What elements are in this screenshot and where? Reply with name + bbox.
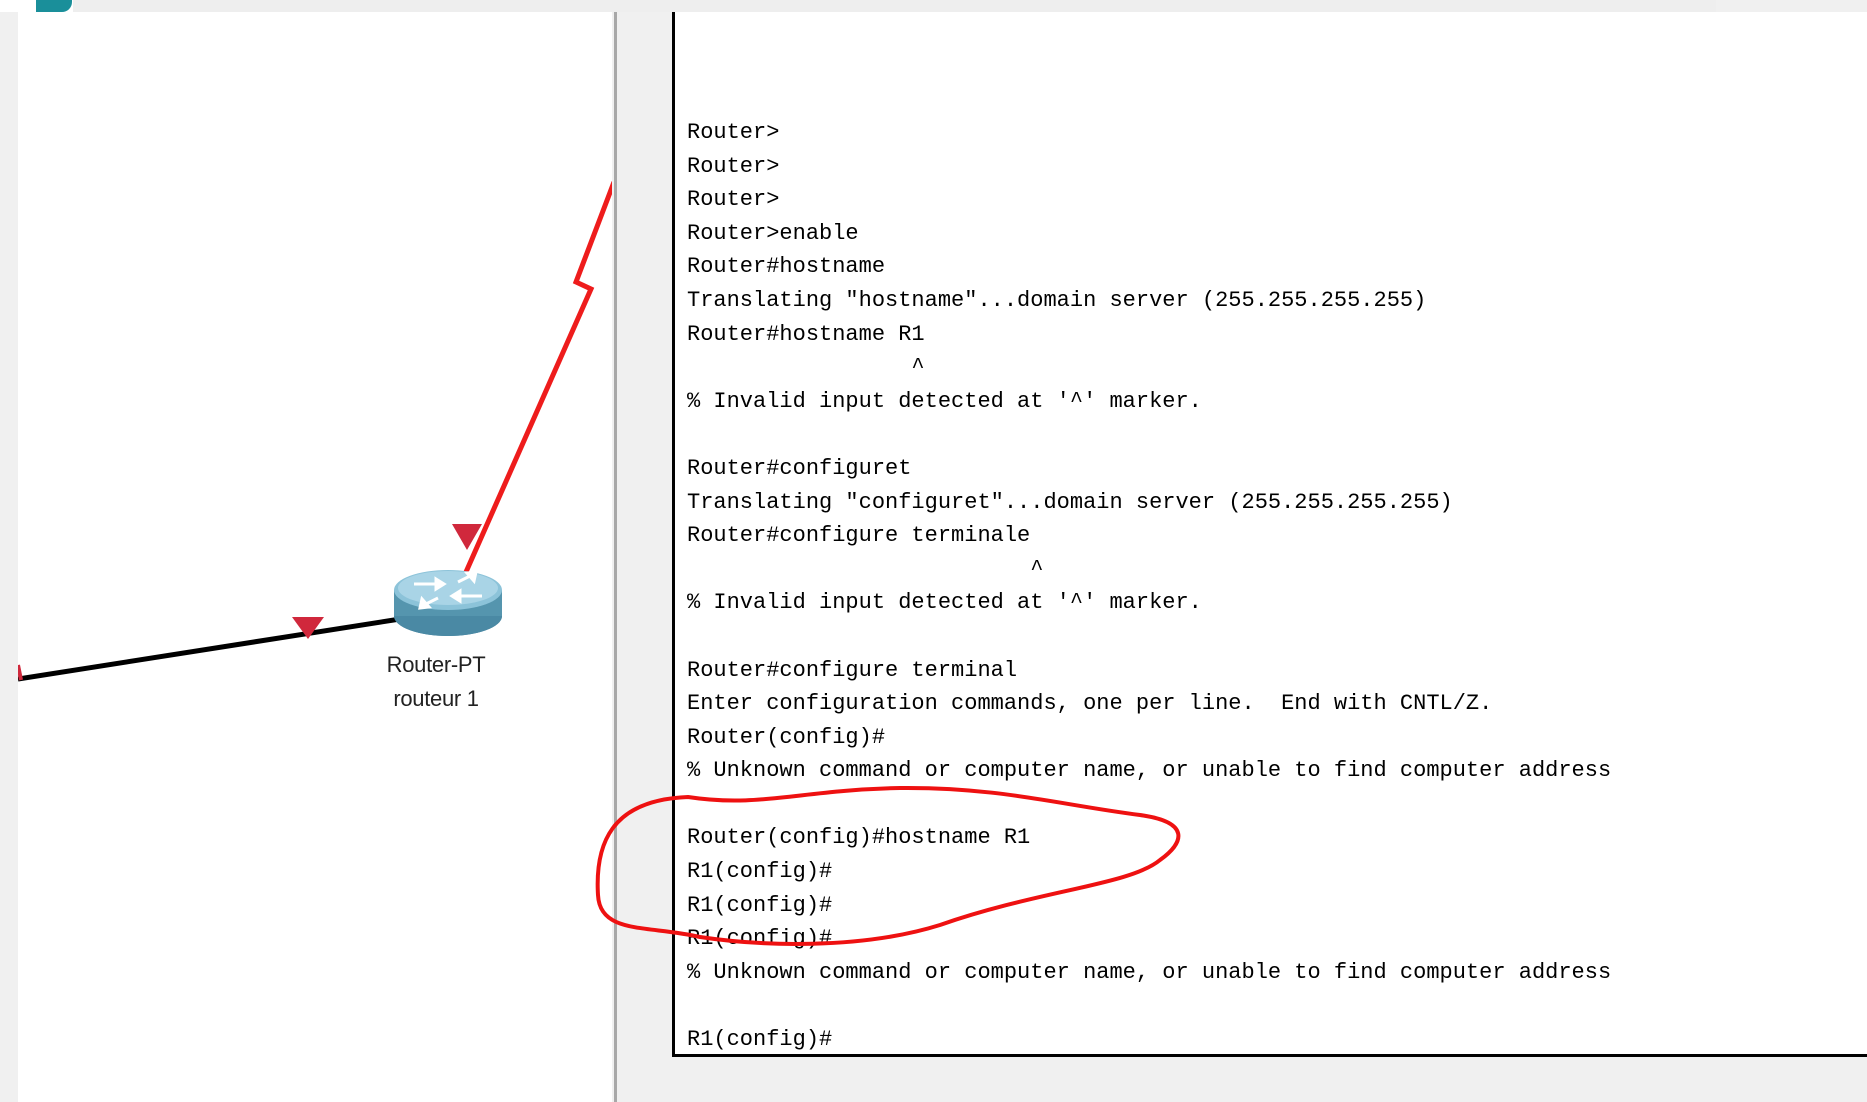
- topology-canvas: [18, 181, 612, 682]
- serial-link[interactable]: [463, 181, 612, 574]
- cli-prompt-line[interactable]: R1(config)#: [687, 1023, 1611, 1054]
- cli-line: Router#hostname: [687, 254, 886, 280]
- top-toolbar-strip: [0, 0, 1716, 12]
- cli-line: Router>enable: [687, 220, 859, 246]
- cli-line: Router>: [687, 153, 780, 179]
- cli-line: Router(config)#: [687, 724, 886, 750]
- device-name-label: routeur 1: [393, 686, 479, 711]
- cli-line: Translating "configuret"...domain server…: [687, 489, 1453, 515]
- cli-line: R1(config)#: [687, 926, 833, 952]
- cli-line: Translating "hostname"...domain server (…: [687, 287, 1427, 313]
- cli-line: R1(config)#: [687, 859, 833, 885]
- cli-line: Enter configuration commands, one per li…: [687, 691, 1493, 717]
- app-corner-accent: [0, 0, 73, 12]
- copper-link[interactable]: [18, 614, 414, 682]
- pane-splitter-handle[interactable]: [614, 12, 617, 1102]
- cli-line: Router>: [687, 187, 780, 213]
- cli-line: Router>: [687, 120, 780, 145]
- topology-workspace[interactable]: Router-PT routeur 1: [18, 12, 612, 1102]
- cli-output: Router> Router> Router> Router>enable Ro…: [687, 116, 1612, 1054]
- cli-line: ^: [687, 355, 925, 381]
- cli-line: Router#configuret: [687, 455, 912, 481]
- cli-line: % Unknown command or computer name, or u…: [687, 959, 1612, 985]
- cli-terminal[interactable]: Router> Router> Router> Router>enable Ro…: [672, 12, 1867, 1057]
- cli-line: % Invalid input detected at '^' marker.: [687, 388, 1202, 414]
- cli-line: Router#configure terminal: [687, 657, 1018, 683]
- cli-line: % Invalid input detected at '^' marker.: [687, 590, 1202, 616]
- packet-tracer-window: Router-PT routeur 1 Router> Router> Rout…: [0, 0, 1867, 1102]
- device-model-label: Router-PT: [386, 652, 486, 677]
- cli-line: [687, 989, 1611, 1023]
- cli-line: Router#hostname R1: [687, 321, 925, 347]
- router-icon[interactable]: [394, 570, 502, 636]
- cli-line: R1(config)#: [687, 892, 833, 918]
- cli-line: [687, 418, 1611, 452]
- cli-line: ^: [687, 556, 1044, 582]
- cli-line: Router#configure terminale: [687, 523, 1031, 549]
- cli-line: Router(config)#hostname R1: [687, 825, 1031, 851]
- cli-line: [687, 788, 1611, 822]
- cli-line: % Unknown command or computer name, or u…: [687, 758, 1612, 784]
- cli-line: [687, 620, 1611, 654]
